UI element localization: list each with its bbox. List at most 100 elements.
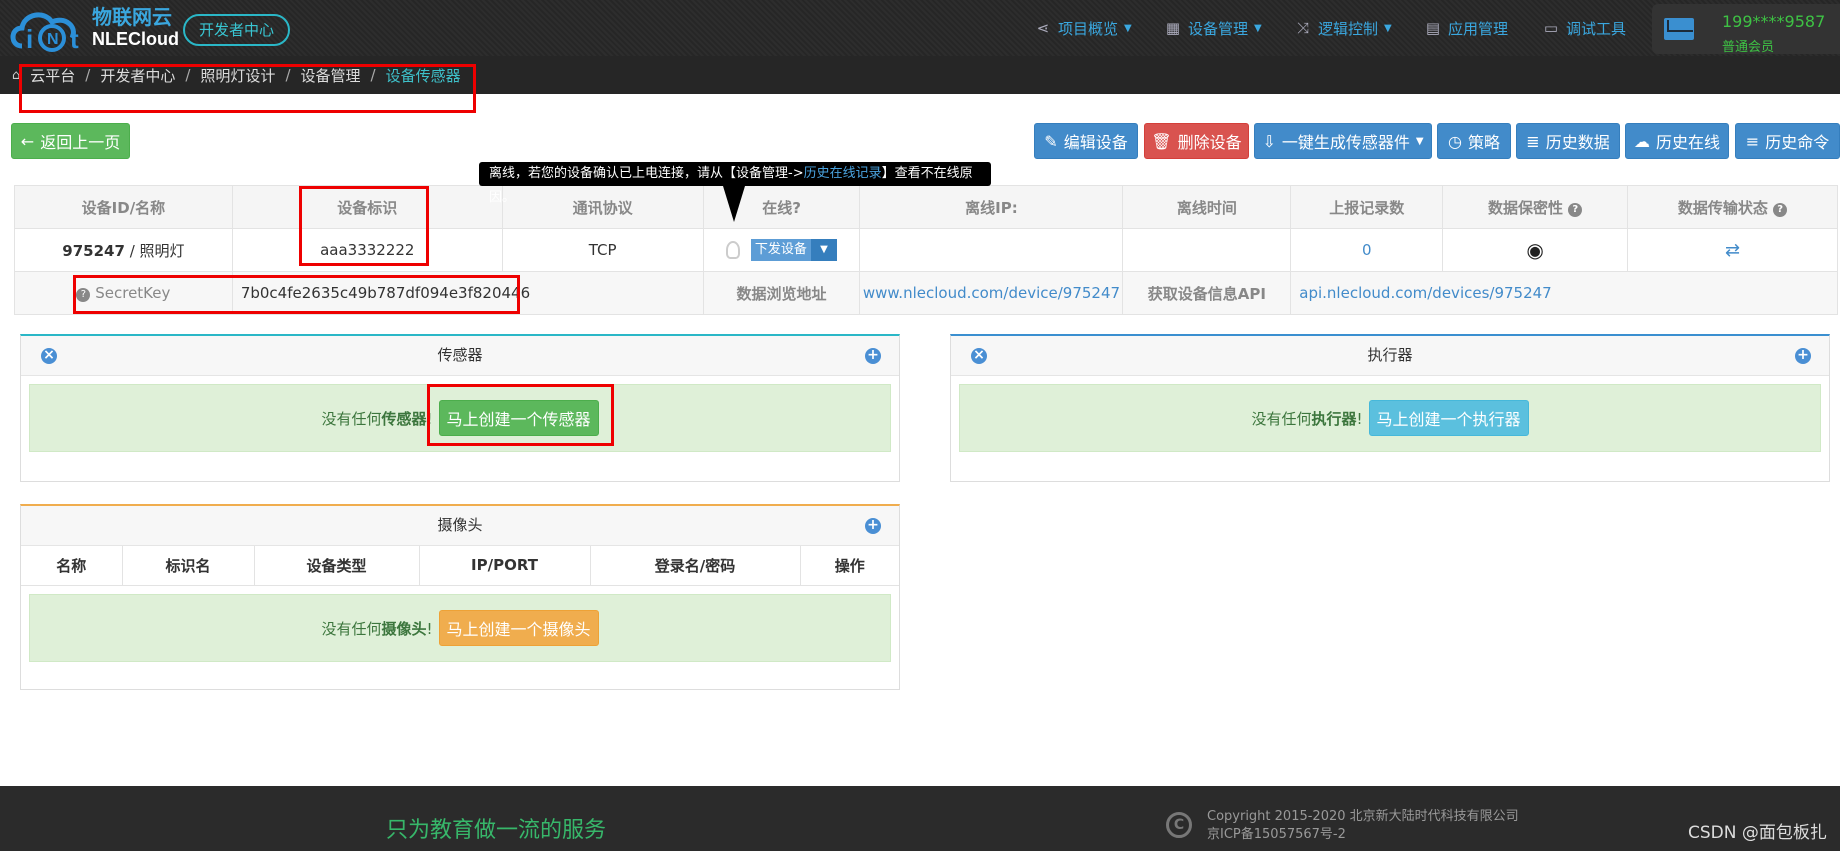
back-label: 返回上一页	[40, 133, 121, 152]
breadcrumb-dev-center[interactable]: 开发者中心	[100, 65, 175, 86]
add-icon[interactable]: +	[865, 518, 881, 534]
arrow-left-icon: ←	[20, 131, 35, 151]
create-actuator-button[interactable]: 马上创建一个执行器	[1368, 400, 1529, 436]
eye-icon[interactable]: ◉	[1526, 238, 1543, 262]
breadcrumb-cloud[interactable]: 云平台	[30, 65, 75, 86]
add-icon[interactable]: +	[1795, 348, 1811, 364]
generate-sensors-button[interactable]: ⇩ 一键生成传感器件 ▼	[1254, 123, 1432, 159]
history-command-label: 历史命令	[1765, 133, 1830, 152]
column-header: IP/PORT	[419, 546, 591, 586]
nav-label: 逻辑控制	[1318, 19, 1379, 38]
create-camera-button[interactable]: 马上创建一个摄像头	[438, 610, 599, 646]
panel-title: 传感器	[437, 346, 483, 364]
device-info-table: 设备ID/名称 设备标识 通讯协议 在线? 离线IP: 离线时间 上报记录数 数…	[14, 185, 1838, 315]
history-data-button[interactable]: ≣ 历史数据	[1516, 123, 1620, 159]
footer-slogan: 只为教育做一流的服务	[386, 818, 607, 843]
column-header-privacy: 数据保密性 ?	[1442, 185, 1629, 229]
strategy-button[interactable]: ◷ 策略	[1437, 123, 1511, 159]
record-count[interactable]: 0	[1290, 228, 1444, 272]
collapse-icon[interactable]: ×	[971, 348, 987, 364]
svg-text:t: t	[70, 24, 79, 54]
secret-key-label: SecretKey	[95, 284, 171, 302]
breadcrumb-separator: /	[370, 66, 376, 84]
footer-copyright: Copyright 2015-2020 北京新大陆时代科技有限公司 京ICP备1…	[1207, 808, 1519, 844]
empty-text: 没有任何传感器!	[321, 409, 433, 428]
delete-label: 删除设备	[1177, 133, 1242, 152]
device-id-name: 975247 / 照明灯	[14, 228, 233, 272]
collapse-icon[interactable]: ×	[41, 348, 57, 364]
nav-project-overview[interactable]: ⋖ 项目概览 ▼	[1034, 0, 1132, 56]
device-id: 975247	[62, 241, 125, 260]
brand[interactable]: 物联网云 NLECloud	[92, 6, 179, 50]
empty-actuator-alert: 没有任何执行器! 马上创建一个执行器	[959, 384, 1821, 452]
app-icon: ▤	[1425, 19, 1441, 37]
api-url-link[interactable]: api.nlecloud.com/devices/975247	[1290, 271, 1838, 315]
add-icon[interactable]: +	[865, 348, 881, 364]
history-data-label: 历史数据	[1545, 133, 1610, 152]
lines-icon: ≡	[1745, 131, 1760, 151]
device-protocol: TCP	[501, 228, 704, 272]
home-icon[interactable]: ⌂	[12, 68, 20, 83]
svg-text:N: N	[47, 31, 59, 48]
strategy-label: 策略	[1467, 133, 1500, 152]
camera-table: 名称 标识名 设备类型 IP/PORT 登录名/密码 操作	[21, 546, 899, 586]
history-online-button[interactable]: ☁ 历史在线	[1625, 123, 1729, 159]
nav-label: 调试工具	[1566, 19, 1627, 38]
column-header-transfer: 数据传输状态 ?	[1627, 185, 1838, 229]
nav-label: 项目概览	[1058, 19, 1119, 38]
column-header: 登录名/密码	[590, 546, 801, 586]
nav-label: 设备管理	[1188, 19, 1249, 38]
brand-en: NLECloud	[92, 29, 179, 49]
transfer-header-label: 数据传输状态	[1677, 198, 1768, 217]
icp-text[interactable]: 京ICP备15057567号-2	[1207, 826, 1519, 844]
help-icon[interactable]: ?	[1568, 202, 1583, 217]
column-header: 名称	[21, 546, 123, 586]
developer-center-badge[interactable]: 开发者中心	[183, 14, 291, 46]
offline-time	[1122, 228, 1292, 272]
tooltip-text-pre: 离线，若您的设备确认已上电连接，请从【设备管理->	[489, 166, 804, 181]
tooltip-arrow	[723, 186, 745, 222]
edit-device-button[interactable]: ✎ 编辑设备	[1034, 123, 1138, 159]
breadcrumb: ⌂ 云平台 / 开发者中心 / 照明灯设计 / 设备管理 / 设备传感器	[0, 56, 1840, 94]
caret-down-icon: ▼	[1415, 135, 1424, 147]
csdn-watermark: CSDN @面包板扎	[1688, 823, 1827, 843]
panel-header: × 传感器 +	[21, 336, 899, 376]
empty-sensor-alert: 没有任何传感器! 马上创建一个传感器	[29, 384, 891, 452]
nav-logic-control[interactable]: ⤨ 逻辑控制 ▼	[1294, 0, 1392, 56]
transfer-icon[interactable]: ⇄	[1725, 240, 1740, 261]
column-header: 离线IP:	[859, 185, 1124, 229]
generate-label: 一键生成传感器件	[1281, 133, 1410, 152]
tooltip-link[interactable]: 历史在线记录	[804, 166, 882, 181]
breadcrumb-project[interactable]: 照明灯设计	[200, 65, 275, 86]
privacy-header-label: 数据保密性	[1488, 198, 1564, 217]
generate-icon: ⇩	[1262, 131, 1276, 151]
create-sensor-button[interactable]: 马上创建一个传感器	[438, 400, 599, 436]
nav-app-management[interactable]: ▤ 应用管理	[1424, 0, 1508, 56]
history-command-button[interactable]: ≡ 历史命令	[1735, 123, 1840, 159]
nav-debug-tools[interactable]: ▭ 调试工具	[1542, 0, 1626, 56]
help-icon[interactable]: ?	[76, 288, 91, 302]
empty-text: 没有任何执行器!	[1251, 409, 1363, 428]
nav-device-management[interactable]: ▦ 设备管理 ▼	[1164, 0, 1262, 56]
panel-header: 摄像头 +	[21, 506, 899, 546]
offline-tooltip: 离线，若您的设备确认已上电连接，请从【设备管理->历史在线记录】查看不在线原因。	[479, 162, 991, 205]
caret-down-icon[interactable]: ▼	[810, 239, 837, 261]
camera-panel: 摄像头 + 名称 标识名 设备类型 IP/PORT 登录名/密码 操作 没有任何…	[20, 504, 900, 690]
delete-device-button[interactable]: 🗑 删除设备	[1144, 123, 1249, 159]
help-icon[interactable]: ?	[1773, 202, 1788, 217]
secret-key-value: 7b0c4fe2635c49b787df094e3f820446	[231, 271, 704, 315]
browse-url-label: 数据浏览地址	[702, 271, 861, 315]
breadcrumb-device-management[interactable]: 设备管理	[301, 65, 361, 86]
mail-icon[interactable]	[1664, 18, 1694, 40]
user-menu[interactable]: 199****9587 普通会员	[1652, 4, 1840, 55]
user-level: 普通会员	[1722, 40, 1775, 55]
send-device-split-button[interactable]: 下发设备 ▼	[750, 239, 837, 261]
column-header: 设备标识	[231, 185, 503, 229]
nav-label: 应用管理	[1448, 19, 1509, 38]
share-icon: ⋖	[1036, 19, 1050, 37]
pencil-icon: ✎	[1044, 131, 1058, 151]
grid-icon: ▦	[1165, 19, 1181, 37]
browse-url-link[interactable]: www.nlecloud.com/device/975247	[859, 271, 1124, 315]
back-button[interactable]: ← 返回上一页	[11, 123, 130, 159]
send-device-label[interactable]: 下发设备	[750, 239, 811, 261]
